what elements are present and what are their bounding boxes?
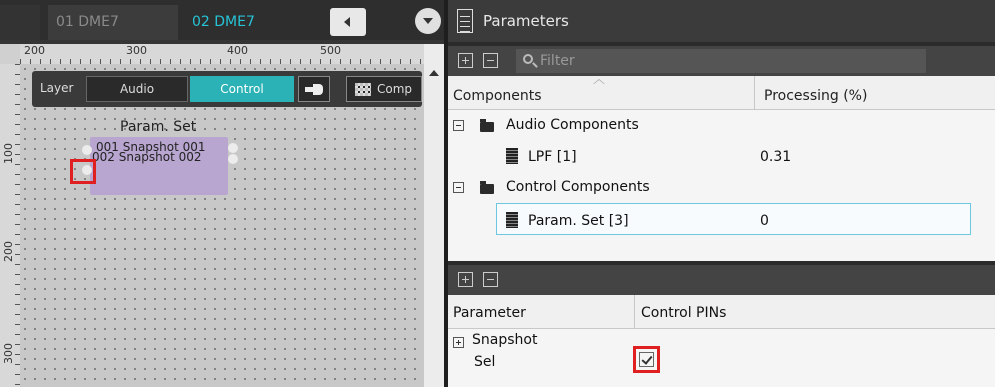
parameter-sel[interactable]: Sel (474, 354, 495, 370)
collapse-control-icon[interactable] (453, 182, 464, 193)
expand-all-icon[interactable] (458, 272, 473, 287)
parameter-toolbar (448, 265, 995, 295)
audio-layer-button[interactable]: Audio (86, 76, 188, 102)
parameter-snapshot[interactable]: Snapshot (472, 332, 537, 348)
chip-icon (506, 148, 518, 164)
components-tree: Components Processing (%) Audio Componen… (448, 76, 995, 261)
parameters-title: Parameters (483, 12, 569, 30)
column-components[interactable]: Components (453, 88, 542, 104)
ruler-tick: 500 (320, 44, 341, 57)
param-set-block-title: Param. Set (120, 119, 197, 135)
tab-scroll-left-icon[interactable] (330, 8, 366, 36)
scroll-up-icon[interactable] (429, 70, 439, 76)
collapse-all-icon[interactable] (483, 53, 498, 68)
plug-icon[interactable] (298, 76, 330, 102)
ruler-tick: 100 (2, 143, 15, 164)
output-pin[interactable] (228, 143, 238, 153)
components-label: Comp (377, 82, 413, 96)
document-icon (457, 9, 473, 33)
pin-highlight-marker (70, 159, 96, 184)
tab-list-dropdown-icon[interactable] (415, 8, 441, 34)
expand-snapshot-icon[interactable] (453, 337, 464, 348)
ruler-tick: 300 (2, 343, 15, 364)
audio-components-group[interactable]: Audio Components (506, 117, 639, 133)
ruler-corner (0, 44, 20, 64)
components-header: Components Processing (%) (448, 76, 995, 110)
components-button[interactable]: Comp (346, 76, 422, 102)
folder-icon (480, 181, 494, 194)
component-param-set[interactable]: Param. Set [3] (528, 213, 629, 229)
vertical-ruler: 100 200 300 (0, 64, 20, 387)
designer-pane: 01 DME7 02 DME7 200 300 400 500 100 200 … (0, 0, 444, 387)
chip-icon (506, 212, 518, 228)
folder-icon (480, 119, 494, 132)
ruler-tick: 400 (227, 44, 248, 57)
horizontal-ruler: 200 300 400 500 (20, 44, 424, 64)
parameters-titlebar: Parameters (448, 0, 995, 42)
canvas-vertical-scrollbar[interactable] (424, 44, 444, 387)
column-parameter[interactable]: Parameter (453, 305, 526, 321)
layer-label: Layer (40, 81, 74, 95)
sort-ascending-icon (593, 79, 605, 84)
ruler-tick: 200 (24, 44, 45, 57)
control-layer-button[interactable]: Control (190, 76, 294, 102)
column-separator[interactable] (634, 295, 635, 329)
column-separator[interactable] (754, 76, 755, 110)
ruler-tick: 200 (2, 241, 15, 262)
control-components-group[interactable]: Control Components (506, 179, 650, 195)
filter-placeholder: Filter (540, 53, 575, 69)
grid-icon (355, 83, 371, 96)
expand-all-icon[interactable] (458, 53, 473, 68)
column-control-pins[interactable]: Control PINs (641, 305, 726, 321)
tab-02-dme7[interactable]: 02 DME7 (184, 5, 309, 40)
tab-spacer (0, 5, 40, 40)
pin-label-002: 002 Snapshot 002 (92, 150, 202, 164)
collapse-all-icon[interactable] (483, 272, 498, 287)
filter-input[interactable]: Filter (516, 49, 926, 73)
collapse-audio-icon[interactable] (453, 120, 464, 131)
layer-toolbar: Layer Audio Control Comp (32, 71, 422, 107)
column-processing[interactable]: Processing (%) (764, 88, 867, 104)
processing-value-param-set: 0 (760, 213, 769, 229)
input-pin[interactable] (82, 145, 92, 155)
search-icon (523, 54, 533, 64)
parameter-list: Parameter Control PINs Snapshot Sel (448, 295, 995, 387)
component-lpf[interactable]: LPF [1] (528, 149, 577, 165)
processing-value-lpf: 0.31 (760, 149, 792, 165)
ruler-tick: 300 (126, 44, 147, 57)
sheet-tabs: 01 DME7 02 DME7 (0, 0, 444, 40)
parameter-header: Parameter Control PINs (448, 295, 995, 329)
output-pin[interactable] (228, 154, 238, 164)
tab-01-dme7[interactable]: 01 DME7 (48, 5, 178, 40)
components-filter-bar: Filter (448, 46, 995, 76)
design-canvas[interactable] (20, 64, 424, 387)
checkbox-highlight-marker (633, 346, 660, 373)
